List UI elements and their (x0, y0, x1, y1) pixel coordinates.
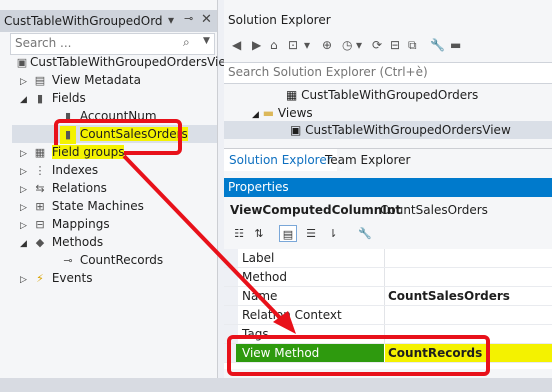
status-bar (0, 378, 552, 392)
callout-arrow (122, 154, 296, 334)
arrow-line (122, 154, 286, 324)
